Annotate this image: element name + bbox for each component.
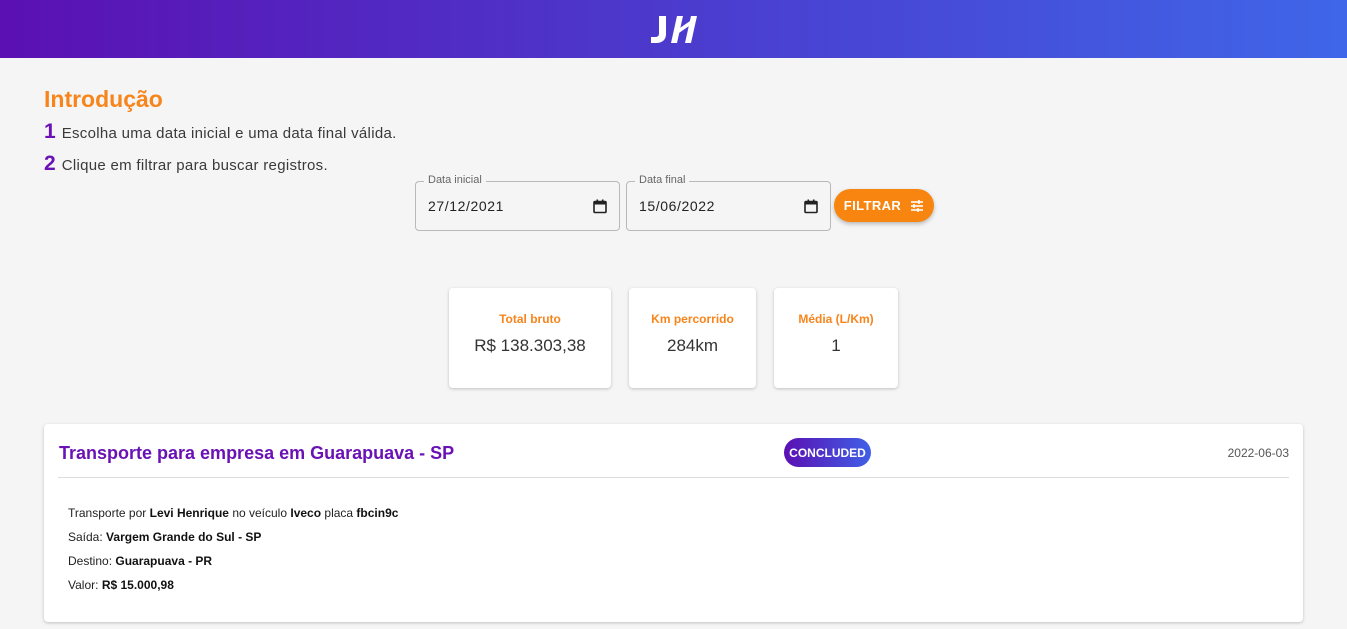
start-date-field[interactable]: Data inicial 27/12/2021 (415, 174, 620, 231)
trip-date: 2022-06-03 (1227, 446, 1289, 460)
step-text: Escolha uma data inicial e uma data fina… (61, 125, 397, 142)
end-date-label: Data final (635, 174, 690, 186)
trip-driver-line: Transporte por Levi Henrique no veículo … (68, 506, 398, 520)
intro-step: 2 Clique em filtrar para buscar registro… (44, 152, 328, 176)
trip-value: R$ 15.000,98 (101, 578, 174, 592)
stat-card-km: Km percorrido 284km (629, 288, 756, 388)
filter-button[interactable]: FILTRAR (834, 189, 934, 222)
calendar-icon[interactable] (804, 199, 818, 214)
step-text: Clique em filtrar para buscar registros. (61, 157, 328, 174)
value-label: Valor: (68, 578, 99, 592)
stat-value: 284km (666, 336, 719, 355)
stat-label: Total bruto (499, 312, 561, 326)
end-date-value[interactable]: 15/06/2022 (639, 198, 715, 214)
calendar-icon[interactable] (593, 199, 607, 214)
vehicle-name: Iveco (290, 506, 322, 520)
plate-number: fbcin9c (356, 506, 399, 520)
driver-prefix: Transporte por (68, 506, 147, 520)
driver-name: Levi Henrique (149, 506, 229, 520)
intro-step: 1 Escolha uma data inicial e uma data fi… (44, 120, 397, 144)
status-badge: CONCLUDED (784, 438, 871, 467)
stat-value: 1 (831, 336, 841, 355)
stat-card-media: Média (L/Km) 1 (774, 288, 898, 388)
filter-button-label: FILTRAR (843, 198, 902, 213)
destination-value: Guarapuava - PR (115, 554, 213, 568)
trip-value-line: Valor: R$ 15.000,98 (68, 578, 174, 592)
step-number: 1 (44, 120, 56, 143)
top-app-bar (0, 0, 1347, 58)
departure-label: Saída: (68, 530, 103, 544)
start-date-value[interactable]: 27/12/2021 (428, 198, 504, 214)
stat-card-total-bruto: Total bruto R$ 138.303,38 (449, 288, 611, 388)
end-date-field[interactable]: Data final 15/06/2022 (626, 174, 831, 231)
trip-title: Transporte para empresa em Guarapuava - … (59, 443, 455, 463)
tune-icon (911, 199, 924, 212)
trip-destination-line: Destino: Guarapuava - PR (68, 554, 212, 568)
vehicle-prefix: no veículo (232, 506, 288, 520)
divider (58, 477, 1289, 478)
destination-label: Destino: (68, 554, 113, 568)
intro-title: Introdução (44, 86, 163, 112)
stat-label: Média (L/Km) (798, 312, 874, 326)
trip-card[interactable]: Transporte para empresa em Guarapuava - … (44, 424, 1303, 622)
start-date-label: Data inicial (424, 174, 486, 186)
stat-value: R$ 138.303,38 (474, 336, 586, 355)
plate-prefix: placa (324, 506, 354, 520)
trip-departure-line: Saída: Vargem Grande do Sul - SP (68, 530, 261, 544)
step-number: 2 (44, 152, 56, 175)
stat-label: Km percorrido (651, 312, 734, 326)
departure-value: Vargem Grande do Sul - SP (106, 530, 262, 544)
jh-logo-icon[interactable] (647, 10, 701, 48)
